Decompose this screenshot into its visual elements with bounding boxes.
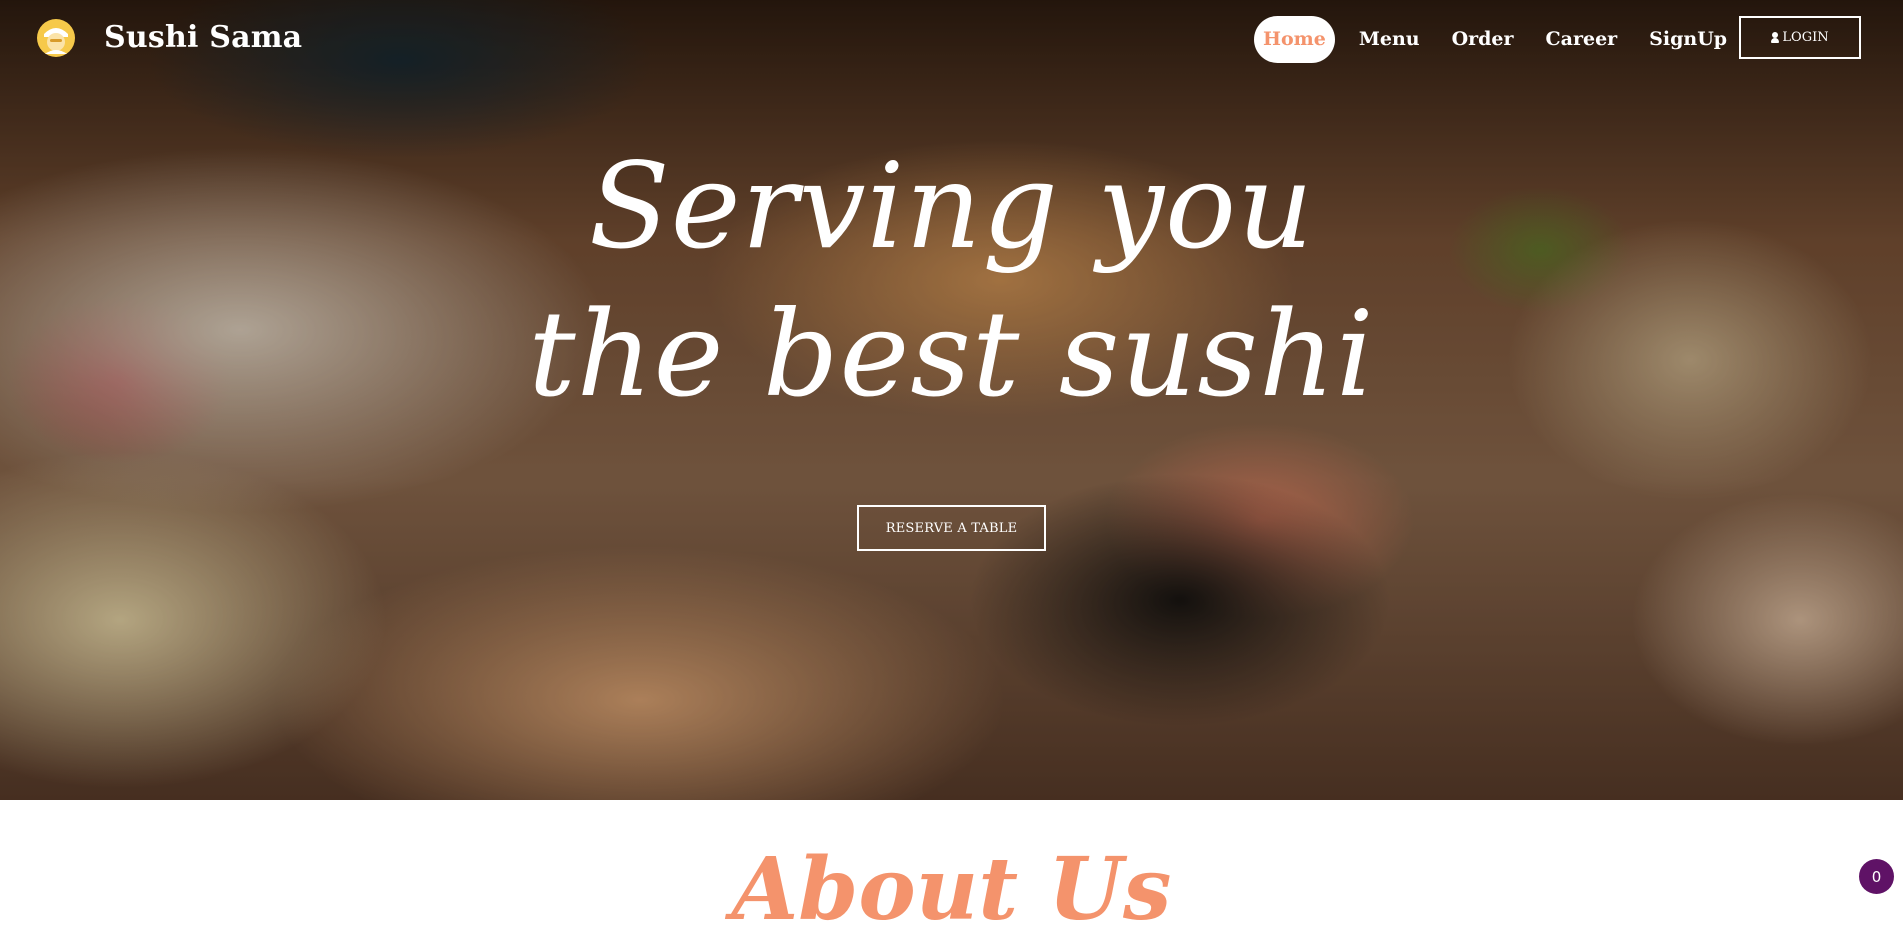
login-button[interactable]: LOGIN bbox=[1739, 16, 1861, 59]
hero-headline: Serving you the best sushi bbox=[0, 132, 1903, 428]
hero-headline-line1: Serving you bbox=[588, 137, 1315, 275]
reserve-table-button[interactable]: RESERVE A TABLE bbox=[857, 505, 1046, 551]
nav-home-link[interactable]: Home bbox=[1254, 16, 1335, 63]
top-navbar: Sushi Sama Home Menu Order Career SignUp… bbox=[0, 0, 1903, 78]
about-us-heading: About Us bbox=[731, 839, 1172, 927]
user-icon bbox=[1771, 31, 1780, 44]
cart-count-badge[interactable]: 0 bbox=[1859, 859, 1894, 894]
nav-order-link[interactable]: Order bbox=[1443, 16, 1523, 63]
login-label: LOGIN bbox=[1782, 30, 1829, 45]
brand[interactable]: Sushi Sama bbox=[36, 18, 302, 58]
nav-career-link[interactable]: Career bbox=[1537, 16, 1627, 63]
nav-signup-link[interactable]: SignUp bbox=[1640, 16, 1736, 63]
hero-headline-line2: the best sushi bbox=[528, 285, 1375, 423]
brand-name: Sushi Sama bbox=[104, 20, 303, 55]
hero-section: Sushi Sama Home Menu Order Career SignUp… bbox=[0, 0, 1903, 800]
nav-links: Home Menu Order Career SignUp bbox=[1254, 16, 1750, 63]
nav-menu-link[interactable]: Menu bbox=[1350, 16, 1429, 63]
sushi-chef-icon bbox=[37, 19, 75, 57]
